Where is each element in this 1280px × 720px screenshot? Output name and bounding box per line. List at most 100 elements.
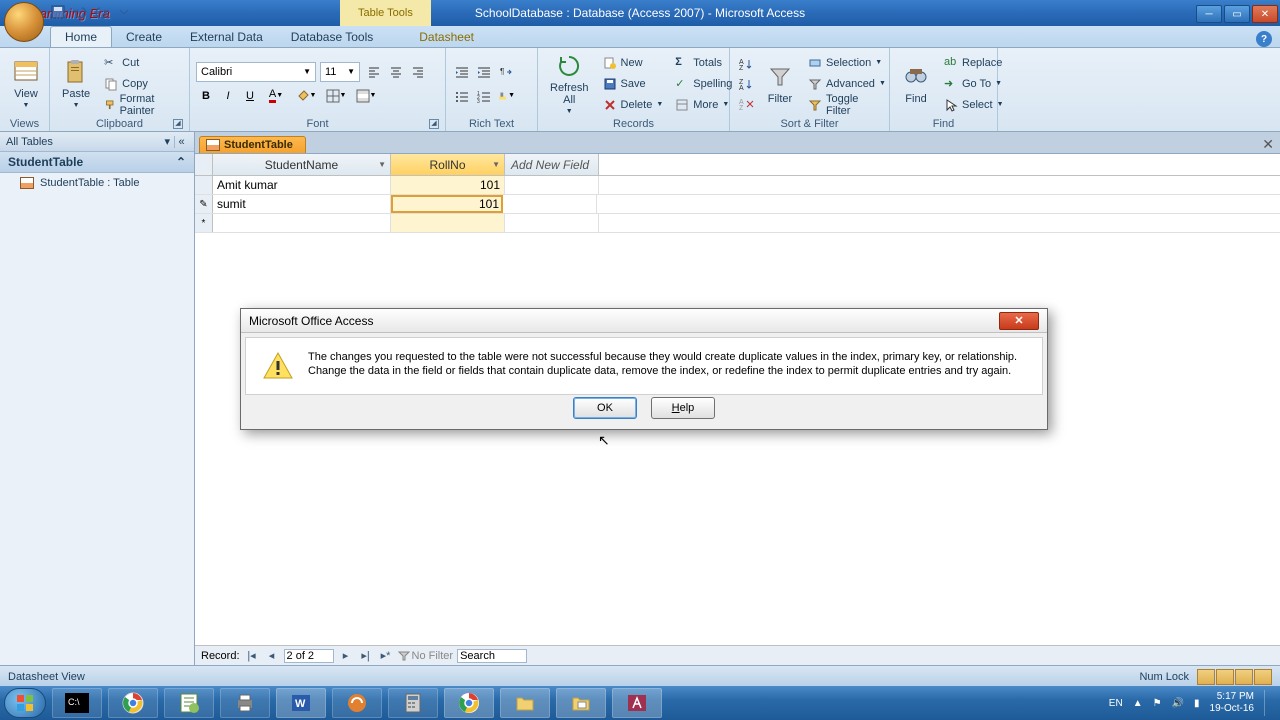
document-tab-studenttable[interactable]: StudentTable [199,136,306,153]
maximize-button[interactable]: ▭ [1224,5,1250,23]
underline-button[interactable]: U [240,86,260,106]
new-record-nav-button[interactable]: ▸* [378,649,394,662]
office-button[interactable] [4,2,44,42]
dialog-ok-button[interactable]: OK [573,397,637,419]
view-button[interactable]: View▼ [6,56,46,111]
nav-item-studenttable[interactable]: StudentTable : Table [0,173,194,193]
qat-dropdown-icon[interactable] [116,4,132,20]
taskbar-calculator[interactable] [388,688,438,718]
tray-volume-icon[interactable]: 🔊 [1172,698,1184,709]
format-painter-button[interactable]: Format Painter [100,95,183,115]
first-record-button[interactable]: |◂ [244,649,260,662]
column-dropdown-icon[interactable]: ▼ [378,160,386,169]
pivot-table-view-button[interactable] [1216,669,1234,685]
prev-record-button[interactable]: ◂ [264,649,280,662]
document-close-icon[interactable]: ✕ [1262,136,1274,153]
alt-row-color-button[interactable]: ▼ [352,86,380,106]
ltr-button[interactable]: ¶ [496,62,516,82]
qat-undo-icon[interactable] [72,4,88,20]
cell-new[interactable] [505,214,599,232]
replace-button[interactable]: abReplace [940,53,1008,73]
dialog-titlebar[interactable]: Microsoft Office Access ✕ [241,309,1047,333]
advanced-filter-button[interactable]: Advanced ▼ [804,74,890,94]
select-all-corner[interactable] [195,154,213,175]
record-position-input[interactable] [284,649,334,663]
find-button[interactable]: Find [896,61,936,107]
cell-empty[interactable] [503,195,597,213]
cut-button[interactable]: ✂Cut [100,53,183,73]
totals-button[interactable]: ΣTotals [671,53,736,73]
taskbar-explorer[interactable] [500,688,550,718]
taskbar-cmd[interactable]: C:\ [52,688,102,718]
paste-button[interactable]: Paste▼ [56,56,96,111]
tab-database-tools[interactable]: Database Tools [277,27,388,47]
start-button[interactable] [4,688,46,718]
numbering-button[interactable]: 123 [474,86,494,106]
nav-dropdown-icon[interactable]: ▾ [164,135,170,148]
select-button[interactable]: Select ▼ [940,95,1008,115]
taskbar-printer[interactable] [220,688,270,718]
datasheet-view-button[interactable] [1197,669,1215,685]
dialog-help-button[interactable]: Help [651,397,715,419]
clear-sort-button[interactable]: AZ [736,94,756,114]
align-center-button[interactable] [386,62,406,82]
clipboard-launcher-icon[interactable]: ◢ [173,119,183,129]
show-desktop-button[interactable] [1264,690,1272,716]
taskbar-word[interactable]: W [276,688,326,718]
sort-desc-button[interactable]: ZA [736,74,756,94]
tray-network-icon[interactable]: ▮ [1194,698,1200,709]
filter-button[interactable]: Filter [760,61,800,107]
language-indicator[interactable]: EN [1109,698,1123,709]
qat-save-icon[interactable] [50,4,66,20]
save-record-button[interactable]: Save [599,74,668,94]
minimize-button[interactable]: ─ [1196,5,1222,23]
qat-redo-icon[interactable] [94,4,110,20]
decrease-indent-button[interactable] [452,62,472,82]
column-header-rollno[interactable]: RollNo▼ [391,154,505,175]
copy-button[interactable]: Copy [100,74,183,94]
font-size-selector[interactable]: 11▼ [320,62,360,82]
tab-datasheet[interactable]: Datasheet [405,27,488,47]
taskbar-app[interactable] [332,688,382,718]
tab-external-data[interactable]: External Data [176,27,277,47]
add-new-field[interactable]: Add New Field [505,154,599,175]
dialog-close-button[interactable]: ✕ [999,312,1039,330]
new-record-button[interactable]: New [599,53,668,73]
taskbar-chrome[interactable] [108,688,158,718]
new-row-selector[interactable]: * [195,214,213,232]
row-selector-editing[interactable]: ✎ [195,195,213,213]
column-dropdown-icon[interactable]: ▼ [492,160,500,169]
search-input[interactable] [457,649,527,663]
selection-button[interactable]: Selection ▼ [804,53,890,73]
tray-up-icon[interactable]: ▲ [1133,698,1143,709]
pivot-chart-view-button[interactable] [1235,669,1253,685]
tab-home[interactable]: Home [50,26,112,47]
taskbar-access[interactable] [612,688,662,718]
tray-action-center-icon[interactable]: ⚑ [1153,698,1162,709]
delete-record-button[interactable]: Delete ▼ [599,95,668,115]
help-icon[interactable]: ? [1256,31,1272,47]
spelling-button[interactable]: ✓Spelling [671,74,736,94]
nav-pane-header[interactable]: All Tables ▾ « [0,132,194,152]
cell-rollno[interactable]: 101 [391,176,505,194]
fill-color-button[interactable]: ▼ [292,86,320,106]
align-left-button[interactable] [364,62,384,82]
column-header-studentname[interactable]: StudentName▼ [213,154,391,175]
cell-rollno-editing[interactable]: 101 [391,195,503,213]
gridlines-button[interactable]: ▼ [322,86,350,106]
taskbar-clock[interactable]: 5:17 PM 19-Oct-16 [1210,691,1254,715]
cell-studentname[interactable]: Amit kumar [213,176,391,194]
row-selector[interactable] [195,176,213,194]
design-view-button[interactable] [1254,669,1272,685]
font-launcher-icon[interactable]: ◢ [429,119,439,129]
tab-create[interactable]: Create [112,27,176,47]
refresh-all-button[interactable]: Refresh All▼ [544,50,595,117]
nav-collapse-icon[interactable]: « [174,136,188,148]
nav-group-header[interactable]: StudentTable⌃ [0,152,194,173]
next-record-button[interactable]: ▸ [338,649,354,662]
last-record-button[interactable]: ▸| [358,649,374,662]
taskbar-folder[interactable] [556,688,606,718]
bold-button[interactable]: B [196,86,216,106]
close-button[interactable]: ✕ [1252,5,1278,23]
cell-new[interactable] [391,214,505,232]
